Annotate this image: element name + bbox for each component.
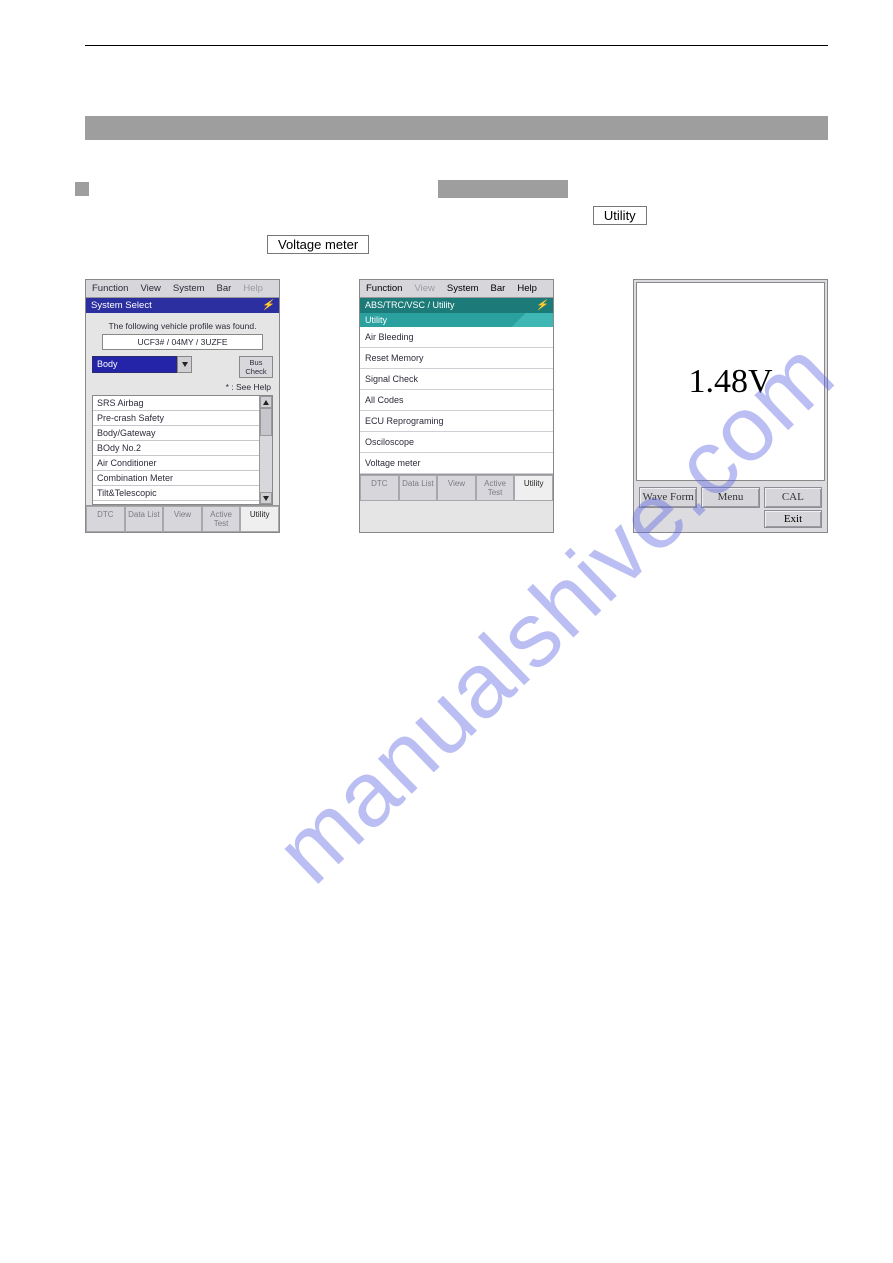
instruction-line-2: spacer spacer spacer spacer spacer space… — [99, 206, 828, 225]
menubar: Function View System Bar Help — [360, 280, 553, 298]
lightning-icon: ⚡ — [536, 300, 548, 311]
menu-system[interactable]: System — [167, 280, 211, 297]
menu-bar[interactable]: Bar — [211, 280, 238, 297]
voltage-value: 1.48V — [688, 363, 772, 401]
tab-utility[interactable]: Utility — [240, 506, 279, 532]
chevron-down-icon — [263, 496, 269, 501]
list-item[interactable]: Tilt&Telescopic — [93, 486, 259, 501]
tab-dtc[interactable]: DTC — [360, 475, 399, 501]
titlebar: ABS/TRC/VSC / Utility ⚡ — [360, 298, 553, 313]
list-item[interactable]: SRS Airbag — [93, 396, 259, 411]
top-rule — [85, 45, 828, 46]
instruction-block: spacer text for alignment spacer text fo… — [75, 180, 828, 254]
scroll-down-button[interactable] — [260, 492, 272, 504]
menu-function[interactable]: Function — [360, 280, 408, 297]
tab-view[interactable]: View — [163, 506, 202, 532]
profile-found-text: The following vehicle profile was found. — [92, 321, 273, 331]
lightning-icon: ⚡ — [262, 300, 274, 311]
voltage-display: 1.48V — [636, 282, 825, 481]
titlebar-text: System Select — [91, 300, 152, 311]
chevron-down-icon — [182, 362, 188, 367]
wave-form-button[interactable]: Wave Form — [639, 487, 697, 508]
titlebar-text: ABS/TRC/VSC / Utility — [365, 300, 455, 311]
tab-active-test[interactable]: Active Test — [202, 506, 241, 532]
voltage-meter-ref: Voltage meter — [267, 235, 369, 254]
menu-help[interactable]: Help — [237, 280, 269, 297]
chevron-up-icon — [263, 400, 269, 405]
exit-button[interactable]: Exit — [764, 510, 822, 528]
menu-view[interactable]: View — [408, 280, 440, 297]
bullet-square — [75, 182, 89, 196]
instruction-line-1: spacer text for alignment spacer text fo… — [75, 180, 828, 198]
menu-system[interactable]: System — [441, 280, 485, 297]
dropdown-arrow-button[interactable] — [177, 356, 192, 373]
bottom-tabbar: DTC Data List View Active Test Utility — [86, 505, 279, 532]
system-listbox: SRS Airbag Pre-crash Safety Body/Gateway… — [92, 395, 273, 505]
utility-button-ref: Utility — [593, 206, 647, 225]
list-item[interactable]: Pre-crash Safety — [93, 411, 259, 426]
menu-function[interactable]: Function — [86, 280, 134, 297]
scroll-thumb[interactable] — [260, 408, 272, 436]
list-item[interactable]: Voltage meter — [360, 453, 553, 474]
list-item[interactable]: Reset Memory — [360, 348, 553, 369]
bottom-tabbar: DTC Data List View Active Test Utility — [360, 474, 553, 501]
tab-dtc[interactable]: DTC — [86, 506, 125, 532]
menu-help[interactable]: Help — [511, 280, 543, 297]
menu-view[interactable]: View — [134, 280, 166, 297]
scrollbar[interactable] — [259, 396, 272, 504]
list-item[interactable]: Osciloscope — [360, 432, 553, 453]
titlebar: System Select ⚡ — [86, 298, 279, 313]
tab-data-list[interactable]: Data List — [399, 475, 438, 501]
tab-utility[interactable]: Utility — [514, 475, 553, 501]
section-band — [85, 116, 828, 140]
utility-list: Air Bleeding Reset Memory Signal Check A… — [360, 327, 553, 474]
grey-redacted-chip — [438, 180, 568, 198]
dropdown-value: Body — [92, 356, 177, 373]
tab-active-test[interactable]: Active Test — [476, 475, 515, 501]
tab-view[interactable]: View — [437, 475, 476, 501]
voltage-meter-window: 1.48V Wave Form Menu CAL Exit — [633, 279, 828, 533]
tab-data-list[interactable]: Data List — [125, 506, 164, 532]
system-select-window: Function View System Bar Help System Sel… — [85, 279, 280, 533]
bus-check-button[interactable]: Bus Check — [239, 356, 273, 378]
instruction-line-4: Voltage meter — [265, 235, 828, 254]
utility-list-window: Function View System Bar Help ABS/TRC/VS… — [359, 279, 554, 533]
utility-header: Utility — [360, 313, 553, 327]
list-item[interactable]: Air Bleeding — [360, 327, 553, 348]
list-item[interactable]: Signal Check — [360, 369, 553, 390]
system-category-dropdown[interactable]: Body — [92, 356, 192, 373]
list-item[interactable]: BOdy No.2 — [93, 441, 259, 456]
vehicle-profile-field: UCF3# / 04MY / 3UZFE — [102, 334, 263, 350]
list-item[interactable]: Body/Gateway — [93, 426, 259, 441]
scroll-up-button[interactable] — [260, 396, 272, 408]
list-item[interactable]: Air Conditioner — [93, 456, 259, 471]
see-help-note: * : See Help — [92, 382, 271, 392]
list-item[interactable]: ECU Reprograming — [360, 411, 553, 432]
list-item[interactable]: All Codes — [360, 390, 553, 411]
menu-button[interactable]: Menu — [701, 487, 759, 508]
list-item[interactable]: Combination Meter — [93, 471, 259, 486]
menubar: Function View System Bar Help — [86, 280, 279, 298]
cal-button[interactable]: CAL — [764, 487, 822, 508]
scroll-track[interactable] — [260, 408, 272, 492]
menu-bar[interactable]: Bar — [485, 280, 512, 297]
